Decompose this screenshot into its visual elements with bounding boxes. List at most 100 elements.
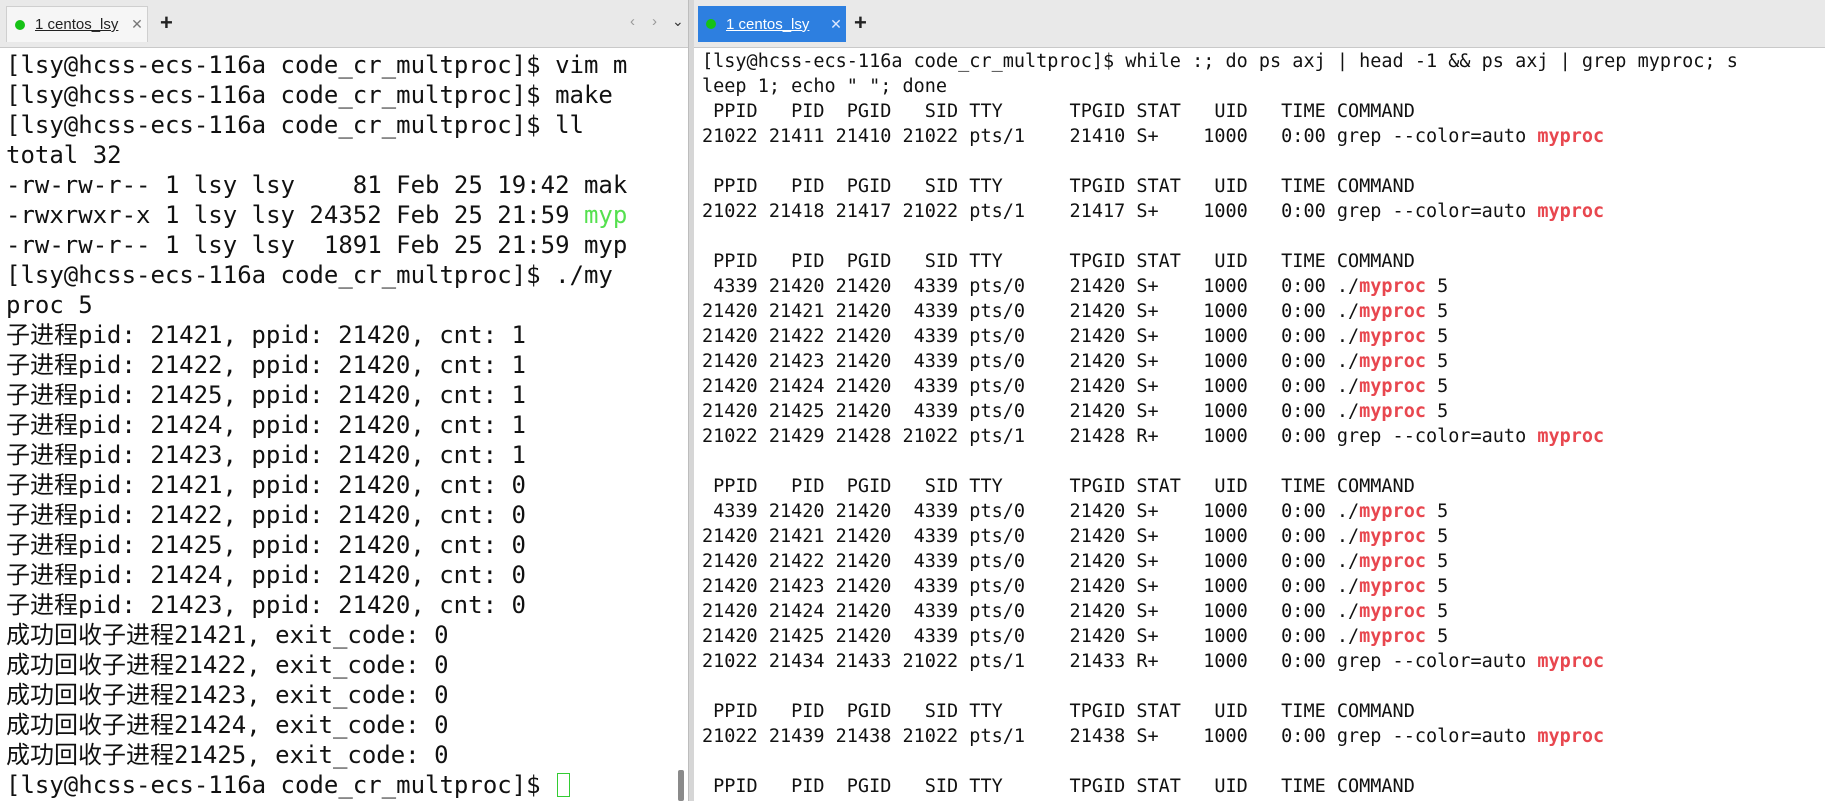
terminal-text: 21022 21434 21433 21022 pts/1 21433 R+ 1… bbox=[702, 651, 1538, 672]
terminal-text: -rw-rw-r-- 1 lsy lsy 81 Feb 25 19:42 mak bbox=[6, 171, 628, 199]
terminal-line bbox=[702, 674, 1825, 699]
left-terminal-pane: 1 centos_lsy ✕ + ‹ › ⌄ [lsy@hcss-ecs-116… bbox=[0, 0, 688, 801]
grep-match-text: myproc bbox=[1537, 426, 1605, 447]
terminal-text: 5 bbox=[1425, 276, 1449, 297]
connected-status-dot-icon bbox=[706, 19, 716, 29]
terminal-text: 成功回收子进程21421, exit_code: 0 bbox=[6, 621, 449, 649]
terminal-line: 21420 21425 21420 4339 pts/0 21420 S+ 10… bbox=[702, 399, 1825, 424]
terminal-text: 成功回收子进程21425, exit_code: 0 bbox=[6, 741, 449, 769]
chevron-down-icon[interactable]: ⌄ bbox=[672, 13, 684, 30]
terminal-text: 21420 21424 21420 4339 pts/0 21420 S+ 10… bbox=[702, 601, 1360, 622]
terminal-text: 成功回收子进程21423, exit_code: 0 bbox=[6, 681, 449, 709]
terminal-text: total 32 bbox=[6, 141, 122, 169]
terminal-line: 21022 21439 21438 21022 pts/1 21438 S+ 1… bbox=[702, 724, 1825, 749]
terminal-text: 5 bbox=[1425, 301, 1449, 322]
grep-match-text: myproc bbox=[1537, 651, 1605, 672]
connected-status-dot-icon bbox=[15, 19, 25, 30]
terminal-line: 子进程pid: 21425, ppid: 21420, cnt: 0 bbox=[6, 530, 688, 560]
terminal-line: 21420 21425 21420 4339 pts/0 21420 S+ 10… bbox=[702, 624, 1825, 649]
terminal-text: 21420 21423 21420 4339 pts/0 21420 S+ 10… bbox=[702, 351, 1360, 372]
new-tab-plus-icon[interactable]: + bbox=[854, 12, 867, 34]
right-terminal-pane: 1 centos_lsy ✕ + [lsy@hcss-ecs-116a code… bbox=[694, 0, 1825, 801]
terminal-text: 子进程pid: 21424, ppid: 21420, cnt: 0 bbox=[6, 561, 526, 589]
right-tab-bar: 1 centos_lsy ✕ + bbox=[694, 0, 1825, 48]
right-terminal-output[interactable]: [lsy@hcss-ecs-116a code_cr_multproc]$ wh… bbox=[694, 48, 1825, 801]
terminal-line: 21420 21422 21420 4339 pts/0 21420 S+ 10… bbox=[702, 549, 1825, 574]
terminal-text: 21420 21421 21420 4339 pts/0 21420 S+ 10… bbox=[702, 301, 1360, 322]
terminal-text: 21420 21425 21420 4339 pts/0 21420 S+ 10… bbox=[702, 401, 1360, 422]
terminal-text: -rwxrwxr-x 1 lsy lsy 24352 Feb 25 21:59 bbox=[6, 201, 584, 229]
terminal-text: PPID PID PGID SID TTY TPGID STAT UID TIM… bbox=[702, 101, 1415, 122]
close-icon[interactable]: ✕ bbox=[127, 16, 147, 33]
terminal-line: 子进程pid: 21423, ppid: 21420, cnt: 1 bbox=[6, 440, 688, 470]
chevron-right-icon[interactable]: › bbox=[652, 13, 657, 30]
left-scrollbar-thumb[interactable] bbox=[678, 770, 684, 801]
right-session-tab[interactable]: 1 centos_lsy ✕ bbox=[698, 6, 846, 42]
terminal-text: [lsy@hcss-ecs-116a code_cr_multproc]$ ./… bbox=[6, 261, 613, 289]
terminal-text: 子进程pid: 21423, ppid: 21420, cnt: 1 bbox=[6, 441, 526, 469]
terminal-line: 4339 21420 21420 4339 pts/0 21420 S+ 100… bbox=[702, 274, 1825, 299]
terminal-line: 21022 21411 21410 21022 pts/1 21410 S+ 1… bbox=[702, 124, 1825, 149]
terminal-line: [lsy@hcss-ecs-116a code_cr_multproc]$ ./… bbox=[6, 260, 688, 290]
terminal-text: 4339 21420 21420 4339 pts/0 21420 S+ 100… bbox=[702, 501, 1360, 522]
grep-match-text: myproc bbox=[1537, 201, 1605, 222]
terminal-line: 21420 21424 21420 4339 pts/0 21420 S+ 10… bbox=[702, 599, 1825, 624]
grep-match-text: myproc bbox=[1359, 501, 1426, 522]
terminal-text: 5 bbox=[1425, 626, 1449, 647]
terminal-text: 21022 21418 21417 21022 pts/1 21417 S+ 1… bbox=[702, 201, 1538, 222]
terminal-text: 成功回收子进程21422, exit_code: 0 bbox=[6, 651, 449, 679]
terminal-text: 5 bbox=[1425, 576, 1449, 597]
grep-match-text: myproc bbox=[1359, 401, 1426, 422]
terminal-text: 5 bbox=[1425, 501, 1449, 522]
terminal-text: PPID PID PGID SID TTY TPGID STAT UID TIM… bbox=[702, 701, 1415, 722]
terminal-line bbox=[702, 149, 1825, 174]
terminal-text: 21022 21411 21410 21022 pts/1 21410 S+ 1… bbox=[702, 126, 1538, 147]
terminal-text: PPID PID PGID SID TTY TPGID STAT UID TIM… bbox=[702, 476, 1415, 497]
terminal-line: 子进程pid: 21422, ppid: 21420, cnt: 0 bbox=[6, 500, 688, 530]
text-cursor bbox=[557, 773, 571, 797]
terminal-line bbox=[702, 224, 1825, 249]
terminal-line: 子进程pid: 21421, ppid: 21420, cnt: 0 bbox=[6, 470, 688, 500]
terminal-text: 21420 21421 21420 4339 pts/0 21420 S+ 10… bbox=[702, 526, 1360, 547]
terminal-text: 子进程pid: 21421, ppid: 21420, cnt: 0 bbox=[6, 471, 526, 499]
grep-match-text: myproc bbox=[1359, 351, 1426, 372]
terminal-text: 子进程pid: 21424, ppid: 21420, cnt: 1 bbox=[6, 411, 526, 439]
right-session-tab-label: 1 centos_lsy bbox=[726, 15, 810, 33]
terminal-line: [lsy@hcss-ecs-116a code_cr_multproc]$ ll bbox=[6, 110, 688, 140]
terminal-line: 21420 21423 21420 4339 pts/0 21420 S+ 10… bbox=[702, 574, 1825, 599]
terminal-text: 5 bbox=[1425, 376, 1449, 397]
terminal-text: [lsy@hcss-ecs-116a code_cr_multproc]$ wh… bbox=[702, 51, 1738, 72]
chevron-left-icon[interactable]: ‹ bbox=[630, 13, 635, 30]
terminal-line: [lsy@hcss-ecs-116a code_cr_multproc]$ bbox=[6, 770, 688, 800]
terminal-line: -rw-rw-r-- 1 lsy lsy 81 Feb 25 19:42 mak bbox=[6, 170, 688, 200]
terminal-line: 成功回收子进程21424, exit_code: 0 bbox=[6, 710, 688, 740]
terminal-text: 子进程pid: 21422, ppid: 21420, cnt: 0 bbox=[6, 501, 526, 529]
terminal-line: [lsy@hcss-ecs-116a code_cr_multproc]$ wh… bbox=[702, 49, 1825, 74]
grep-match-text: myproc bbox=[1537, 126, 1605, 147]
terminal-line: -rw-rw-r-- 1 lsy lsy 1891 Feb 25 21:59 m… bbox=[6, 230, 688, 260]
left-terminal-output[interactable]: [lsy@hcss-ecs-116a code_cr_multproc]$ vi… bbox=[0, 48, 688, 801]
executable-filename: myp bbox=[583, 201, 628, 229]
terminal-line: PPID PID PGID SID TTY TPGID STAT UID TIM… bbox=[702, 699, 1825, 724]
terminal-line: leep 1; echo " "; done bbox=[702, 74, 1825, 99]
left-session-tab[interactable]: 1 centos_lsy ✕ bbox=[6, 6, 148, 42]
terminal-line: 21022 21418 21417 21022 pts/1 21417 S+ 1… bbox=[702, 199, 1825, 224]
terminal-line: 21420 21424 21420 4339 pts/0 21420 S+ 10… bbox=[702, 374, 1825, 399]
terminal-line: PPID PID PGID SID TTY TPGID STAT UID TIM… bbox=[702, 249, 1825, 274]
terminal-line: 成功回收子进程21422, exit_code: 0 bbox=[6, 650, 688, 680]
grep-match-text: myproc bbox=[1359, 301, 1426, 322]
close-icon[interactable]: ✕ bbox=[826, 16, 846, 33]
terminal-line: 4339 21420 21420 4339 pts/0 21420 S+ 100… bbox=[702, 499, 1825, 524]
terminal-text: 子进程pid: 21425, ppid: 21420, cnt: 1 bbox=[6, 381, 526, 409]
terminal-line: PPID PID PGID SID TTY TPGID STAT UID TIM… bbox=[702, 99, 1825, 124]
new-tab-plus-icon[interactable]: + bbox=[160, 12, 173, 34]
grep-match-text: myproc bbox=[1359, 576, 1426, 597]
terminal-line: PPID PID PGID SID TTY TPGID STAT UID TIM… bbox=[702, 774, 1825, 799]
terminal-text: 子进程pid: 21422, ppid: 21420, cnt: 1 bbox=[6, 351, 526, 379]
terminal-line: 成功回收子进程21423, exit_code: 0 bbox=[6, 680, 688, 710]
terminal-text: [lsy@hcss-ecs-116a code_cr_multproc]$ ll bbox=[6, 111, 584, 139]
terminal-text: 5 bbox=[1425, 551, 1449, 572]
